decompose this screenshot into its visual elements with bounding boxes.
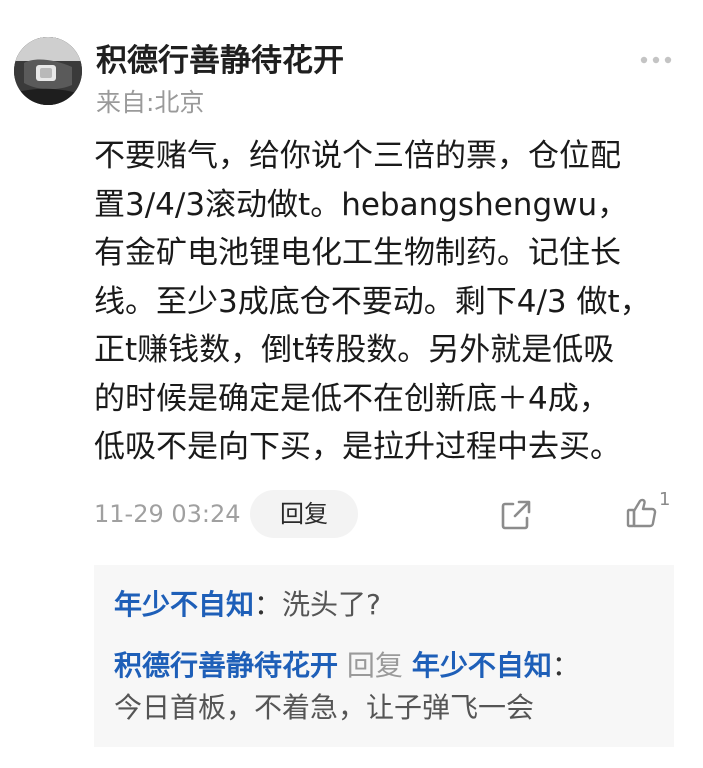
comment-body-line: 不要赌气，给你说个三倍的票，仓位配	[94, 138, 621, 174]
like-button[interactable]: 1	[625, 489, 675, 534]
comment-page: 积德行善静待花开 来自:北京 不要赌气，给你说个三倍的票，仓位配 置3/4/3滚…	[0, 0, 703, 768]
replies-panel: 年少不自知：洗头了? 积德行善静待花开 回复 年少不自知： 今日首板，不着急，让…	[94, 565, 674, 747]
comment-body-line: 的时候是确定是低不在创新底＋4成，	[94, 380, 610, 417]
reply-item: 积德行善静待花开 回复 年少不自知： 今日首板，不着急，让子弹飞一会	[114, 645, 659, 729]
like-count: 1	[659, 489, 671, 510]
reply-button[interactable]: 回复	[250, 490, 358, 538]
comment-author-name[interactable]: 积德行善静待花开	[96, 40, 344, 82]
avatar-image	[14, 37, 82, 105]
reply-item: 年少不自知：洗头了?	[114, 585, 381, 625]
comment-body-line: 正t赚钱数，倒t转股数。另外就是低吸	[94, 332, 615, 368]
comment-body-line: 低吸不是向下买，是拉升过程中去买。	[94, 429, 621, 465]
reply-target-name[interactable]: 年少不自知	[412, 649, 552, 682]
reply-header-line: 积德行善静待花开 回复 年少不自知：	[114, 645, 659, 687]
comment-timestamp: 11-29 03:24	[94, 500, 241, 528]
reply-separator: ：	[254, 588, 283, 621]
reply-author-name[interactable]: 年少不自知	[114, 588, 254, 621]
reply-author-name[interactable]: 积德行善静待花开	[114, 649, 338, 682]
comment-body-line: 有金矿电池锂电化工生物制药。记住长	[94, 235, 621, 271]
thumbs-up-icon	[626, 498, 657, 528]
share-icon[interactable]	[499, 498, 533, 532]
reply-content: 今日首板，不着急，让子弹飞一会	[114, 691, 535, 724]
more-dots-icon[interactable]	[636, 50, 676, 70]
comment-body-line: 线。至少3成底仓不要动。剩下4/3 做t，	[94, 283, 651, 320]
avatar[interactable]	[14, 37, 82, 105]
comment-body-line: 置3/4/3滚动做t。hebangshengwu，	[94, 186, 629, 223]
reply-word: 回复	[346, 649, 403, 682]
reply-separator: ：	[551, 649, 580, 682]
comment-location: 来自:北京	[96, 88, 205, 117]
reply-content: 洗头了?	[282, 588, 381, 621]
comment-body: 不要赌气，给你说个三倍的票，仓位配 置3/4/3滚动做t。hebangsheng…	[94, 132, 684, 472]
